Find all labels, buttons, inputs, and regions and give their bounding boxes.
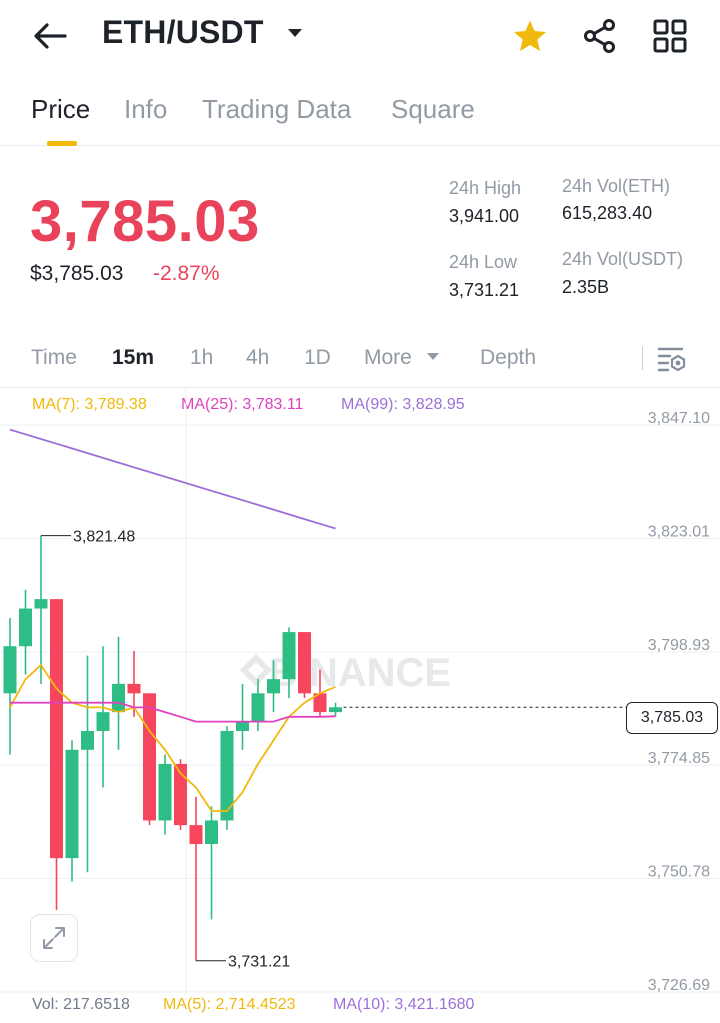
grid-icon: [653, 19, 687, 53]
vol-usdt-value: 2.35B: [562, 277, 610, 297]
high-value: 3,941.00: [449, 206, 520, 226]
tab-price[interactable]: Price: [31, 94, 90, 125]
candle-body: [298, 632, 311, 694]
candle-body: [282, 632, 296, 680]
candle-body: [143, 693, 156, 821]
price-usd: $3,785.03: [30, 262, 124, 285]
candle-body: [189, 825, 203, 844]
candle-body: [96, 712, 110, 731]
high-marker-label: 3,821.48: [73, 529, 135, 546]
tf-time[interactable]: Time: [31, 346, 77, 370]
high-label: 24h High: [449, 178, 522, 198]
back-button[interactable]: [30, 16, 70, 56]
y-tick-label: 3,774.85: [648, 750, 710, 767]
tf-15m[interactable]: 15m: [112, 346, 154, 370]
low-marker-label: 3,731.21: [228, 954, 290, 971]
volume-ma5-legend: MA(5): 2,714.4523: [163, 996, 296, 1013]
candlestick-chart[interactable]: 3,847.10 3,823.01 3,798.93 3,774.85 3,750.78…: [0, 388, 720, 994]
candle-body: [267, 679, 280, 694]
candle-body: [220, 730, 234, 821]
volume-legend: Vol: 217.6518: [32, 996, 130, 1013]
pair-title[interactable]: ETH/USDT: [102, 14, 264, 51]
candle-body: [127, 683, 141, 694]
candle-body: [158, 763, 172, 821]
tf-1h[interactable]: 1h: [190, 346, 213, 370]
caret-down-icon[interactable]: [286, 27, 304, 39]
last-price: 3,785.03: [30, 189, 260, 254]
candle-body: [65, 749, 79, 859]
candle-body: [205, 820, 218, 844]
back-arrow-icon: [34, 23, 67, 49]
tab-bar: Price Info Trading Data Square: [0, 80, 720, 146]
active-tab-indicator: [47, 141, 77, 146]
candle-body: [329, 707, 342, 713]
share-button[interactable]: [578, 14, 622, 58]
y-tick-label: 3,798.93: [648, 637, 710, 654]
y-tick-label: 3,847.10: [648, 410, 710, 427]
candle-body: [236, 721, 249, 731]
chart-settings-button[interactable]: [652, 340, 692, 376]
y-tick-label: 3,823.01: [648, 523, 710, 540]
y-tick-label: 3,750.78: [648, 864, 710, 881]
candle-body: [19, 608, 32, 647]
tf-1d[interactable]: 1D: [304, 346, 331, 370]
chart-settings-icon: [657, 347, 686, 372]
vol-eth-label: 24h Vol(ETH): [562, 176, 671, 196]
tab-trading-data[interactable]: Trading Data: [202, 94, 351, 125]
vol-usdt-label: 24h Vol(USDT): [562, 249, 684, 269]
watermark-text: BINANCE: [269, 651, 451, 695]
star-icon: [514, 20, 546, 51]
tf-more[interactable]: More: [364, 346, 412, 370]
more-caret-icon[interactable]: [426, 352, 440, 362]
low-label: 24h Low: [449, 252, 518, 272]
candle-body: [3, 646, 17, 694]
share-icon: [584, 19, 615, 53]
current-price-label: 3,785.03: [626, 702, 718, 734]
expand-chart-button[interactable]: [30, 914, 78, 962]
top-bar: ETH/USDT: [0, 0, 720, 72]
grid-menu-button[interactable]: [648, 14, 692, 58]
ma99-line: [9, 428, 336, 530]
y-tick-label: 3,726.69: [648, 977, 710, 994]
tab-square[interactable]: Square: [391, 94, 475, 125]
price-change: -2.87%: [153, 262, 220, 285]
tf-depth[interactable]: Depth: [480, 346, 536, 370]
divider: [642, 346, 643, 370]
candle-body: [50, 599, 63, 859]
low-value: 3,731.21: [449, 280, 520, 300]
candle-body: [81, 730, 94, 750]
vol-eth-value: 615,283.40: [562, 203, 653, 223]
expand-icon: [43, 927, 65, 949]
candle-body: [112, 683, 125, 713]
tf-4h[interactable]: 4h: [246, 346, 269, 370]
tab-info[interactable]: Info: [124, 94, 167, 125]
timeframe-bar: Time 15m 1h 4h 1D More Depth: [0, 328, 720, 388]
candle-body: [34, 599, 48, 609]
volume-ma10-legend: MA(10): 3,421.1680: [333, 996, 475, 1013]
candle-body: [251, 693, 265, 722]
favorite-button[interactable]: [508, 14, 552, 58]
